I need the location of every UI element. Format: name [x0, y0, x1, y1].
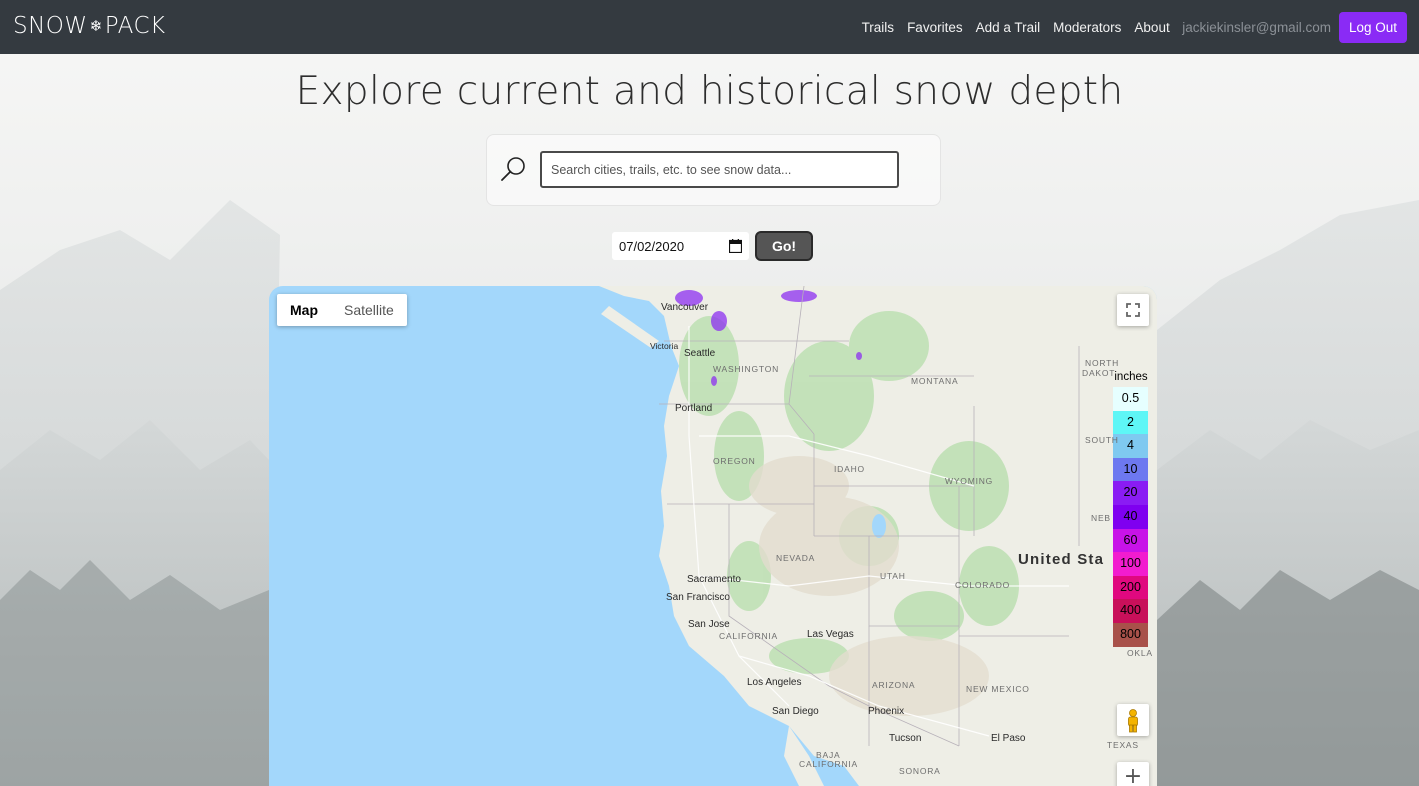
map-label-city: Las Vegas [807, 629, 854, 640]
nav-link-add-trail[interactable]: Add a Trail [969, 20, 1047, 35]
legend-item: 20 [1113, 481, 1148, 505]
brand-text-left: SNOW [13, 13, 88, 39]
fullscreen-button[interactable] [1117, 294, 1149, 326]
fullscreen-icon [1126, 303, 1140, 317]
brand-text-right: PACK [104, 13, 166, 39]
nav-links: Trails Favorites Add a Trail Moderators … [855, 0, 1407, 54]
map-label-city: Phoenix [868, 706, 905, 717]
map-type-control: Map Satellite [277, 294, 407, 326]
go-button[interactable]: Go! [755, 231, 813, 261]
snowflake-icon: ❄ [89, 17, 103, 35]
pegman-icon [1128, 709, 1138, 733]
page-title: Explore current and historical snow dept… [295, 69, 1124, 114]
map-label-state: WYOMING [945, 476, 994, 486]
map-label-state: TEXAS [1107, 740, 1139, 750]
map-type-satellite-button[interactable]: Satellite [331, 294, 407, 326]
search-input[interactable] [540, 151, 899, 188]
nav-link-favorites[interactable]: Favorites [901, 20, 970, 35]
brand-logo[interactable]: SNOW ❄ PACK [13, 13, 166, 39]
calendar-icon[interactable] [729, 239, 742, 253]
map-label-state: CALIFORNIA [799, 759, 859, 769]
map-label-state: OREGON [713, 456, 756, 466]
map-label-state: SONORA [899, 766, 941, 776]
legend-item: 2 [1113, 410, 1148, 435]
map-label-state: NORTH [1085, 358, 1120, 368]
map-label-state: WASHINGTON [713, 364, 780, 374]
map-type-map-button[interactable]: Map [277, 294, 331, 326]
map-label-state: NEW MEXICO [966, 684, 1030, 694]
map-label-city: El Paso [991, 733, 1026, 744]
legend-item: 200 [1113, 575, 1148, 600]
legend-item: 100 [1113, 552, 1148, 576]
map-label-country: United Sta [1018, 551, 1105, 568]
basemap [599, 286, 1157, 786]
date-input[interactable]: 07/02/2020 [612, 232, 749, 260]
map-label-city: Victoria [650, 341, 679, 351]
map-label-city: Los Angeles [747, 677, 802, 688]
map-label-city: Portland [675, 403, 713, 414]
map-label-state: UTAH [880, 571, 906, 581]
navbar: SNOW ❄ PACK Trails Favorites Add a Trail… [0, 0, 1419, 54]
map-label-state: CALIFORNIA [719, 631, 779, 641]
map-label-state: OKLA [1127, 648, 1153, 658]
nav-link-moderators[interactable]: Moderators [1047, 20, 1128, 35]
street-view-button[interactable] [1117, 704, 1149, 736]
map-label-city: San Jose [688, 619, 730, 630]
legend-title: inches [1114, 371, 1148, 383]
user-email: jackiekinsler@gmail.com [1182, 19, 1331, 35]
map-label-state: MONTANA [911, 376, 959, 386]
snow-depth-legend: inches 0.5 2 4 10 20 40 60 100 200 400 800 [1113, 367, 1149, 647]
map-label-city: Vancouver [661, 302, 709, 313]
map-label-state: NEVADA [776, 553, 816, 563]
logout-button[interactable]: Log Out [1338, 11, 1407, 43]
map-label-city: Sacramento [687, 574, 741, 585]
nav-link-trails[interactable]: Trails [855, 20, 901, 35]
map-label-state: SOUTH [1085, 435, 1119, 445]
legend-item: 400 [1113, 599, 1148, 623]
map-label-state: IDAHO [834, 464, 865, 474]
map-label-state: DAKOT [1082, 368, 1116, 378]
map-label-city: Seattle [684, 348, 716, 359]
search-icon[interactable] [499, 155, 527, 183]
zoom-in-button[interactable]: + [1117, 762, 1149, 786]
map-label-city: San Diego [772, 706, 819, 717]
map-label-city: San Francisco [666, 592, 730, 603]
legend-item: 0.5 [1113, 387, 1148, 411]
map-label-state: NEB [1091, 513, 1111, 523]
legend-item: 800 [1113, 622, 1148, 647]
legend-item: 10 [1113, 457, 1148, 482]
map-label-state: COLORADO [955, 580, 1011, 590]
legend-item: 60 [1113, 528, 1148, 553]
legend-item: 40 [1113, 504, 1148, 529]
map-label-state: ARIZONA [872, 680, 916, 690]
date-value: 07/02/2020 [619, 238, 685, 254]
map-label-city: Tucson [889, 733, 922, 744]
nav-link-about[interactable]: About [1128, 20, 1176, 35]
snow-depth-map[interactable]: Map Satellite inches 0.5 2 4 10 20 40 60 100 200… [269, 286, 1157, 786]
